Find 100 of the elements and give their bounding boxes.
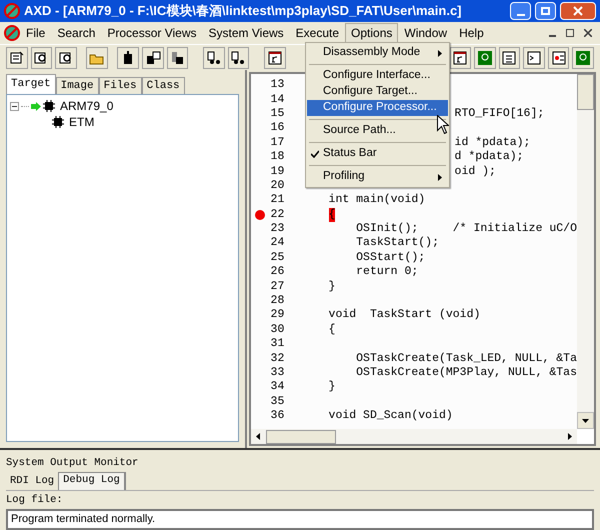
tree-toggle-icon[interactable] (10, 102, 19, 110)
toolbar-glyph-icon (266, 50, 283, 66)
menu-item[interactable]: Window (398, 23, 454, 43)
line-number: 21 (270, 193, 286, 208)
chip-icon (43, 100, 55, 112)
vertical-scrollbar[interactable] (577, 74, 594, 429)
code-line: d *pdata); (454, 150, 524, 164)
menu-item[interactable]: File (20, 23, 52, 43)
code-line: int main(void) (328, 193, 426, 208)
menu-item[interactable]: Help (453, 23, 490, 43)
close-icon (573, 6, 583, 16)
dropdown-menu-item[interactable]: Disassembly Mode (307, 45, 448, 61)
panel-tab[interactable]: Files (98, 77, 142, 94)
horizontal-scrollbar[interactable] (250, 429, 577, 444)
toolbar-button[interactable] (202, 46, 225, 68)
line-number: 28 (270, 294, 286, 308)
toolbar-button[interactable] (55, 46, 77, 68)
line-number: 16 (270, 121, 286, 136)
panel-tab[interactable]: Class (142, 77, 185, 94)
mdi-restore-icon[interactable] (566, 29, 574, 37)
toolbar-glyph-icon (550, 50, 567, 66)
toolbar-button[interactable] (264, 46, 286, 68)
toolbar-button[interactable] (228, 46, 250, 68)
close-button[interactable] (560, 2, 596, 20)
menu-item[interactable]: System Views (202, 23, 290, 43)
log-tab[interactable]: RDI Log (6, 474, 58, 490)
line-number: 30 (270, 322, 286, 337)
dropdown-menu-item[interactable]: Configure Processor... (307, 100, 448, 116)
code-line: void SD_Scan(void) (328, 409, 453, 424)
line-number: 27 (270, 280, 286, 294)
line-number: 13 (270, 78, 286, 92)
toolbar-glyph-icon (526, 50, 542, 66)
toolbar-button[interactable] (498, 46, 520, 68)
maximize-button[interactable] (535, 2, 556, 20)
checkmark-icon (311, 150, 319, 158)
toolbar-glyph-icon (452, 50, 468, 66)
menu-item[interactable]: Execute (290, 23, 346, 43)
toolbar-glyph-icon (144, 50, 161, 66)
line-number: 33 (270, 366, 286, 380)
code-line: void TaskStart (void) (328, 308, 480, 322)
toolbar-button[interactable] (142, 46, 164, 68)
tree-item[interactable]: ETM (69, 113, 94, 131)
line-number: 25 (270, 250, 286, 265)
log-text-area[interactable]: Program terminated normally. (6, 508, 594, 530)
app-logo-icon (4, 25, 20, 41)
breakpoint-icon[interactable] (254, 210, 265, 220)
line-number: 18 (270, 150, 286, 164)
submenu-arrow-icon (438, 50, 442, 56)
dropdown-menu-item[interactable]: Profiling (307, 169, 448, 185)
dropdown-menu-item[interactable]: Configure Interface... (307, 68, 448, 84)
scroll-thumb[interactable] (577, 74, 594, 110)
toolbar-button[interactable] (30, 46, 52, 68)
app-logo-icon (4, 3, 20, 19)
dropdown-menu-item[interactable]: Configure Target... (307, 84, 448, 100)
code-line: id *pdata); (454, 136, 530, 150)
code-line: OSInit(); /* Initialize uC/O (355, 222, 577, 236)
menu-item[interactable]: Options (345, 23, 398, 43)
line-number: 31 (270, 337, 286, 352)
code-line: OSStart(); (355, 250, 426, 265)
scroll-thumb[interactable] (266, 430, 336, 444)
toolbar-button[interactable] (548, 46, 570, 68)
toolbar-glyph-icon (206, 50, 222, 66)
code-line: } (328, 380, 336, 394)
toolbar-button[interactable] (166, 46, 188, 68)
line-number: 36 (270, 409, 286, 424)
code-line: OSTaskCreate(MP3Play, NULL, &Tas (355, 366, 577, 380)
toolbar-glyph-icon (169, 50, 186, 66)
line-number: 23 (270, 222, 286, 236)
line-number: 26 (270, 265, 286, 280)
mouse-pointer-icon (437, 115, 449, 134)
minimize-button[interactable] (510, 2, 531, 20)
toolbar-glyph-icon (501, 50, 518, 66)
menu-item[interactable]: Search (51, 23, 102, 43)
code-line: RTO_FIFO[16]; (454, 106, 544, 121)
line-number: 22 (270, 208, 286, 222)
line-number: 24 (270, 236, 286, 250)
code-line: OSTaskCreate(Task_LED, NULL, &Ta (355, 352, 577, 366)
toolbar-button[interactable] (523, 46, 545, 68)
toolbar-glyph-icon (476, 50, 493, 66)
scroll-down-icon[interactable] (577, 412, 594, 429)
line-number: 34 (270, 380, 286, 394)
code-line: { (328, 322, 336, 337)
toolbar-button[interactable] (450, 46, 472, 68)
tree-item[interactable]: ARM79_0 (60, 97, 114, 115)
toolbar-button[interactable] (6, 46, 28, 68)
dropdown-menu-item[interactable]: Status Bar (307, 146, 448, 162)
panel-title: System Output Monitor (6, 456, 140, 471)
line-number: 20 (270, 178, 286, 193)
code-line: oid ); (454, 164, 496, 179)
chip-icon (52, 116, 64, 128)
mdi-close-icon[interactable] (584, 29, 592, 37)
panel-tab[interactable]: Image (56, 77, 99, 94)
code-line: TaskStart(); (355, 236, 439, 250)
window-title: AXD - [ARM79_0 - F:\IC模块\春酒\linktest\mp3play\SD_FAT\User\main.c] (24, 2, 463, 20)
log-tab[interactable]: Debug Log (58, 472, 126, 490)
line-number: 29 (270, 308, 286, 322)
toolbar-button[interactable] (117, 46, 139, 68)
panel-tab[interactable]: Target (6, 74, 56, 94)
line-number: 19 (270, 164, 286, 179)
menu-item[interactable]: Processor Views (101, 23, 203, 43)
